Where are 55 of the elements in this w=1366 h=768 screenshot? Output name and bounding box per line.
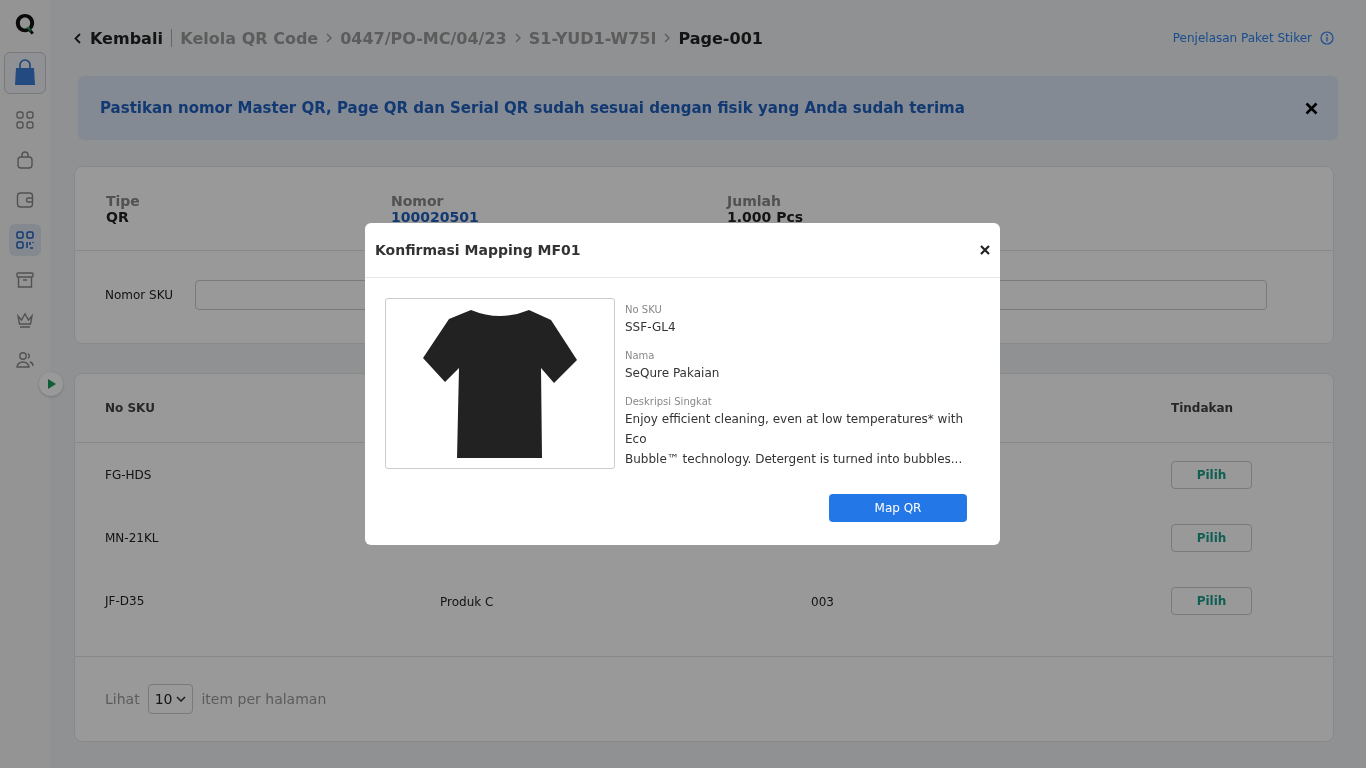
- table-cell-text: JF-D35: [105, 593, 146, 608]
- close-icon: [980, 245, 990, 255]
- table-cell-text: FG-HDS: [105, 467, 153, 482]
- alert-text: Pastikan nomor Master QR, Page QR dan Serial QR sudah sesuai dengan fisik yang Anda sudah terima: [100, 99, 966, 117]
- info-icon[interactable]: [1320, 31, 1334, 45]
- archive-icon: [16, 271, 34, 289]
- play-icon: [48, 379, 56, 389]
- back-link[interactable]: Kembali: [74, 28, 163, 48]
- chevron-right-icon: [514, 33, 521, 43]
- sidebar-item[interactable]: [4, 52, 46, 94]
- shopping-bag-icon: [13, 59, 37, 87]
- dialog-title: Konfirmasi Mapping MF01: [375, 242, 581, 258]
- field-label: Nomor SKU: [105, 288, 174, 302]
- column-header: No SKU: [105, 401, 156, 415]
- sidebar-item[interactable]: [9, 224, 41, 256]
- help-link[interactable]: Penjelasan Paket Stiker: [1172, 31, 1312, 45]
- page-size-select[interactable]: 10: [147, 684, 194, 714]
- table-cell: Produk C: [440, 595, 494, 609]
- grid-icon: [16, 111, 34, 129]
- field-label: Nama: [625, 349, 656, 363]
- crown-icon: [16, 311, 34, 329]
- column-header: Tindakan: [1171, 401, 1235, 415]
- table-cell-text: MN-21KL: [105, 530, 160, 545]
- bag-icon: [16, 151, 34, 169]
- close-button[interactable]: [980, 245, 990, 255]
- table-cell: 003: [811, 595, 834, 609]
- pagination-label: item per halaman: [201, 691, 327, 707]
- wallet-icon: [16, 191, 34, 209]
- select-button[interactable]: Pilih: [1171, 523, 1252, 552]
- info-value: QR: [106, 209, 130, 225]
- map-qr-button[interactable]: Map QR: [829, 494, 967, 522]
- logo-icon: [14, 12, 36, 36]
- info-label: Tipe: [106, 193, 141, 209]
- select-button[interactable]: Pilih: [1171, 586, 1252, 615]
- field-label: Deskripsi Singkat: [625, 395, 713, 409]
- chevron-right-icon: [664, 33, 671, 43]
- close-button[interactable]: [1305, 101, 1318, 115]
- sidebar-toggle-button[interactable]: [39, 372, 63, 396]
- info-link[interactable]: 100020501: [391, 209, 727, 225]
- chevron-left-icon: [74, 32, 81, 44]
- chevron-right-icon: [326, 33, 333, 43]
- users-icon: [16, 351, 34, 369]
- breadcrumb-current: Page-001: [678, 28, 763, 48]
- info-label: Jumlah: [727, 193, 782, 209]
- close-icon: [1305, 101, 1318, 115]
- chevron-down-icon: [176, 696, 187, 702]
- field-value: Enjoy efficient cleaning, even at low temperatures* with Eco Bubble™ technology. Detergent is turned into bubbles...: [625, 411, 964, 468]
- info-label: Nomor: [391, 193, 445, 209]
- field-value: SSF-GL4: [625, 319, 677, 336]
- info-value: 1.000 Pcs: [727, 209, 805, 225]
- field-label: No SKU: [625, 303, 663, 317]
- select-button[interactable]: Pilih: [1171, 460, 1252, 489]
- qr-code-icon: [16, 231, 34, 249]
- pagination-label: Lihat: [105, 691, 140, 707]
- field-value: SeQure Pakaian: [625, 365, 721, 382]
